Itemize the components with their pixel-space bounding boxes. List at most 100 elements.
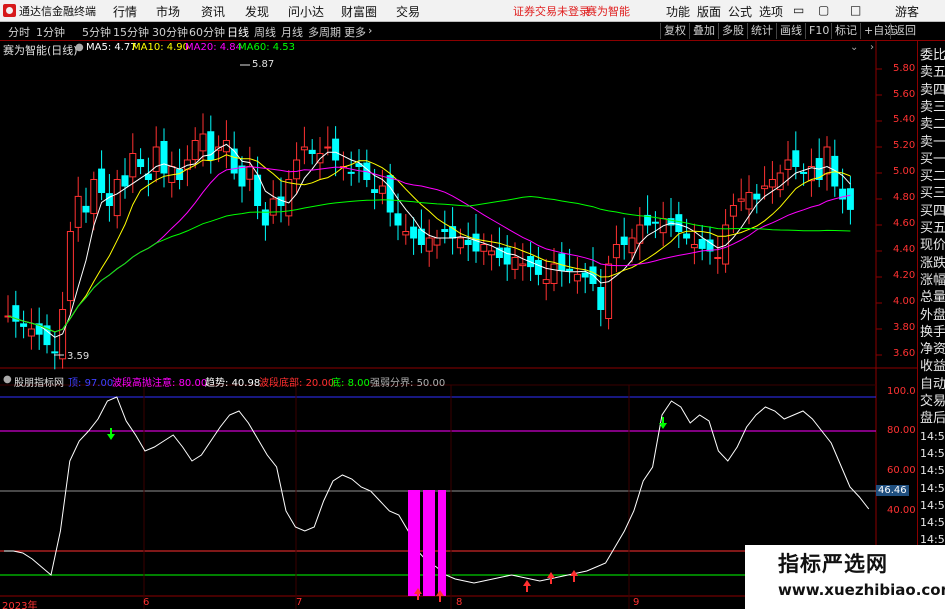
period-tab-30min[interactable]: 30分钟	[152, 24, 188, 40]
candle-body	[51, 351, 59, 354]
candle-body	[628, 237, 636, 254]
indicator-param-divider: 强弱分界: 50.00	[370, 378, 446, 389]
candle-body	[566, 268, 574, 271]
menu-item-ask[interactable]: 问小达	[288, 3, 324, 20]
period-tab-monthly[interactable]: 月线	[281, 24, 303, 40]
app-title: 通达信金融终端	[19, 5, 96, 18]
period-tab-15min[interactable]: 15分钟	[113, 24, 149, 40]
sidebar-label: 委比	[920, 48, 945, 63]
quote-sidebar: 委比 卖五 卖四 卖三 卖二 卖一 买一 买二 买三 买四 买五 现价 涨跌 涨幅 总量 外盘 换手 净资 收益 自动…	[917, 41, 945, 609]
candle-body	[293, 159, 301, 180]
window-icon[interactable]: ▢	[818, 3, 829, 17]
candle-body	[386, 175, 394, 213]
stats-button[interactable]: 统计	[747, 23, 776, 39]
sidebar-label: 买一	[920, 151, 945, 167]
sidebar-label: 卖四	[920, 82, 945, 98]
draw-line-button[interactable]: 画线	[776, 23, 805, 39]
candle-body	[488, 250, 496, 256]
candle-body	[503, 247, 511, 265]
buy-arrow-icon	[523, 580, 531, 586]
restore-icon[interactable]: □	[850, 3, 861, 17]
menu-bar: 通达信金融终端 行情 市场 资讯 发现 问小达 财富圈 交易 证券交易未登录 赛…	[0, 0, 945, 22]
candle-body	[480, 244, 488, 252]
chevron-down-icon[interactable]: ⌄	[850, 42, 858, 53]
period-tab-weekly[interactable]: 周线	[254, 24, 276, 40]
sidebar-label: 买五	[920, 221, 945, 236]
f10-button[interactable]: F10	[805, 23, 832, 39]
more-chevron-icon[interactable]: ›	[368, 24, 372, 37]
indicator-name: 股朋指标网	[14, 378, 64, 389]
multi-stock-button[interactable]: 多股	[718, 23, 747, 39]
sidebar-label: 14:56	[920, 516, 945, 530]
candle-body	[129, 153, 137, 178]
menu-item-news[interactable]: 资讯	[201, 3, 225, 20]
x-axis-label: 6	[143, 597, 150, 608]
indicator-param-wave-bottom: 波段底部: 20.00	[259, 378, 335, 389]
candle-body	[698, 238, 706, 249]
candle-body	[761, 185, 769, 190]
indicator-tick: 80.00	[887, 425, 916, 436]
menu-item-market[interactable]: 市场	[156, 3, 180, 20]
sidebar-label: 交易	[920, 394, 945, 409]
candle-body	[207, 131, 215, 161]
login-notice[interactable]: 证券交易未登录	[513, 3, 590, 19]
period-tab-60min[interactable]: 60分钟	[189, 24, 225, 40]
sidebar-label: 14:56	[920, 464, 945, 478]
candle-body	[542, 279, 550, 284]
candle-body	[90, 179, 98, 215]
period-tab-daily[interactable]: 日线	[227, 24, 249, 40]
candle-body	[20, 323, 28, 327]
settings-circle-icon[interactable]: ●	[75, 42, 84, 53]
minimize-icon[interactable]: ▭	[793, 3, 804, 17]
chart-canvas[interactable]	[0, 41, 945, 609]
bottom-signal-bar	[438, 490, 446, 596]
indicator-tick: 60.00	[887, 465, 916, 476]
candle-body	[784, 159, 792, 170]
menu-item-quotes[interactable]: 行情	[113, 3, 137, 20]
price-tick: 3.80	[893, 322, 916, 333]
period-tab-more[interactable]: 更多	[344, 24, 366, 40]
period-toolbar: 分时 1分钟 5分钟 15分钟 30分钟 60分钟 日线 周线 月线 多周期 更…	[0, 22, 945, 41]
main-panel-title: 赛为智能(日线)	[3, 44, 78, 57]
menu-item-trade[interactable]: 交易	[396, 3, 420, 20]
candle-body	[105, 193, 113, 207]
back-button[interactable]: 返回	[890, 23, 919, 39]
adjust-button[interactable]: 复权	[660, 23, 689, 39]
candle-body	[683, 233, 691, 239]
guest-label[interactable]: 游客	[895, 3, 919, 20]
candle-body	[612, 244, 620, 259]
current-value-tag: 46.46	[876, 485, 909, 496]
indicator-settings-icon[interactable]: ●	[3, 374, 12, 385]
period-tab-multi[interactable]: 多周期	[308, 24, 341, 40]
mark-button[interactable]: 标记	[831, 23, 860, 39]
sidebar-label: 14:56	[920, 429, 945, 443]
menu-item-discover[interactable]: 发现	[245, 3, 269, 20]
menu-item-options[interactable]: 选项	[759, 3, 783, 20]
sidebar-label: 卖三	[920, 99, 945, 115]
sell-arrow-icon	[107, 434, 115, 440]
menu-item-layout[interactable]: 版面	[697, 3, 721, 20]
candle-body	[768, 179, 776, 188]
period-tab-5min[interactable]: 5分钟	[82, 24, 111, 40]
overlay-button[interactable]: 叠加	[689, 23, 718, 39]
sidebar-label: 涨跌	[920, 255, 945, 271]
candle-body	[137, 159, 145, 168]
chart-area[interactable]: 赛为智能(日线) ● MA5: 4.77 MA10: 4.90 MA20: 4.…	[0, 41, 945, 609]
sidebar-label: 净资	[920, 342, 945, 358]
candle-body	[66, 231, 74, 302]
menu-item-wealth-circle[interactable]: 财富圈	[341, 3, 377, 20]
trend-line	[4, 396, 870, 584]
price-tick: 4.00	[893, 296, 916, 307]
menu-item-functions[interactable]: 功能	[666, 3, 690, 20]
ma60-readout: MA60: 4.53	[238, 42, 296, 53]
period-tab-1min[interactable]: 1分钟	[36, 24, 65, 40]
candle-body	[371, 189, 379, 194]
candle-body	[347, 171, 355, 174]
chevron-right-icon[interactable]: ›	[870, 42, 874, 53]
sidebar-label: 买二	[920, 169, 945, 185]
period-tab-timeshare[interactable]: 分时	[8, 24, 30, 40]
candle-body	[456, 237, 464, 249]
price-tick: 4.40	[893, 244, 916, 255]
candle-body	[441, 229, 449, 233]
menu-item-formula[interactable]: 公式	[728, 3, 752, 20]
